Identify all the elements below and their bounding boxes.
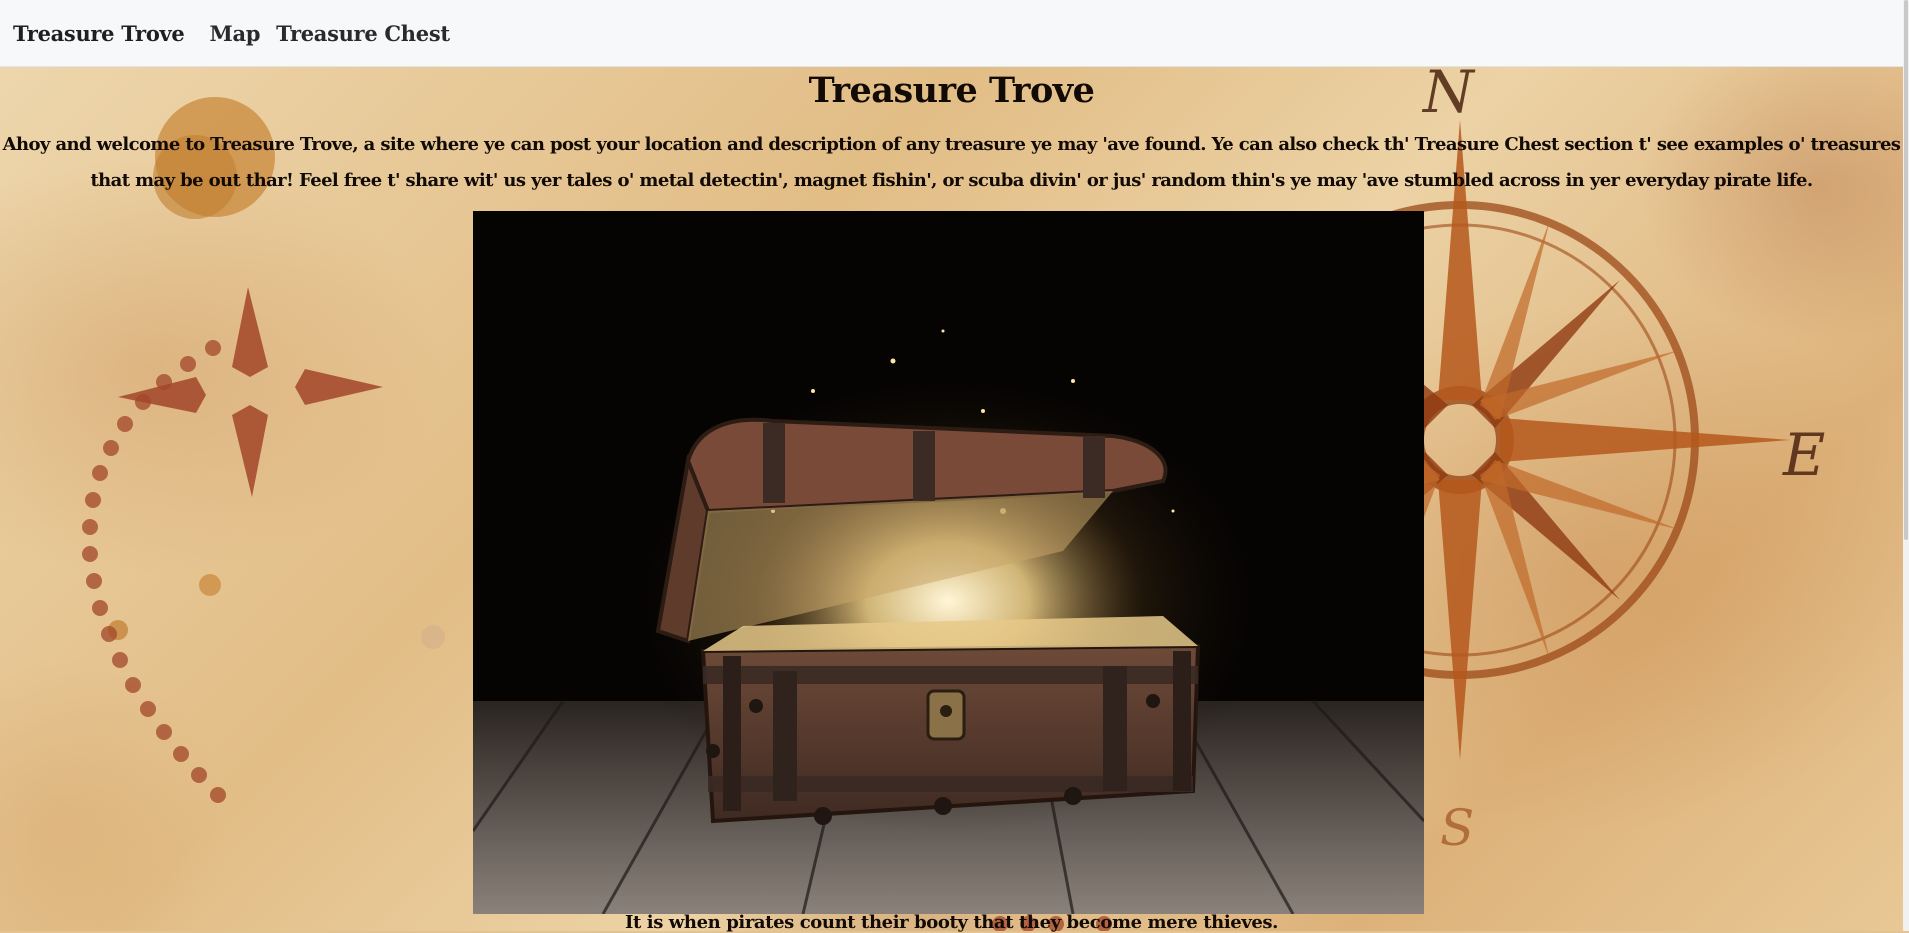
treasure-chest-image (473, 211, 1424, 914)
compass-south-letter: S (1440, 799, 1474, 857)
x-mark (118, 287, 383, 497)
scrollbar[interactable] (1903, 0, 1909, 931)
treasure-chest-illustration (473, 211, 1424, 914)
nav-link-treasure-chest[interactable]: Treasure Chest (276, 21, 450, 46)
quote-caption: It is when pirates count their booty tha… (624, 912, 1279, 933)
scrollbar-thumb[interactable] (1904, 0, 1908, 540)
page-title: Treasure Trove (808, 70, 1095, 111)
intro-text: Ahoy and welcome to Treasure Trove, a si… (2, 134, 1901, 191)
brand-link[interactable]: Treasure Trove (13, 21, 185, 46)
ink-stain (199, 574, 221, 596)
compass-east-letter: E (1782, 421, 1825, 489)
navbar: Treasure Trove Map Treasure Chest (0, 0, 1903, 67)
chest-body (700, 616, 1201, 825)
ink-stain (421, 625, 445, 649)
nav-link-map[interactable]: Map (210, 21, 261, 46)
